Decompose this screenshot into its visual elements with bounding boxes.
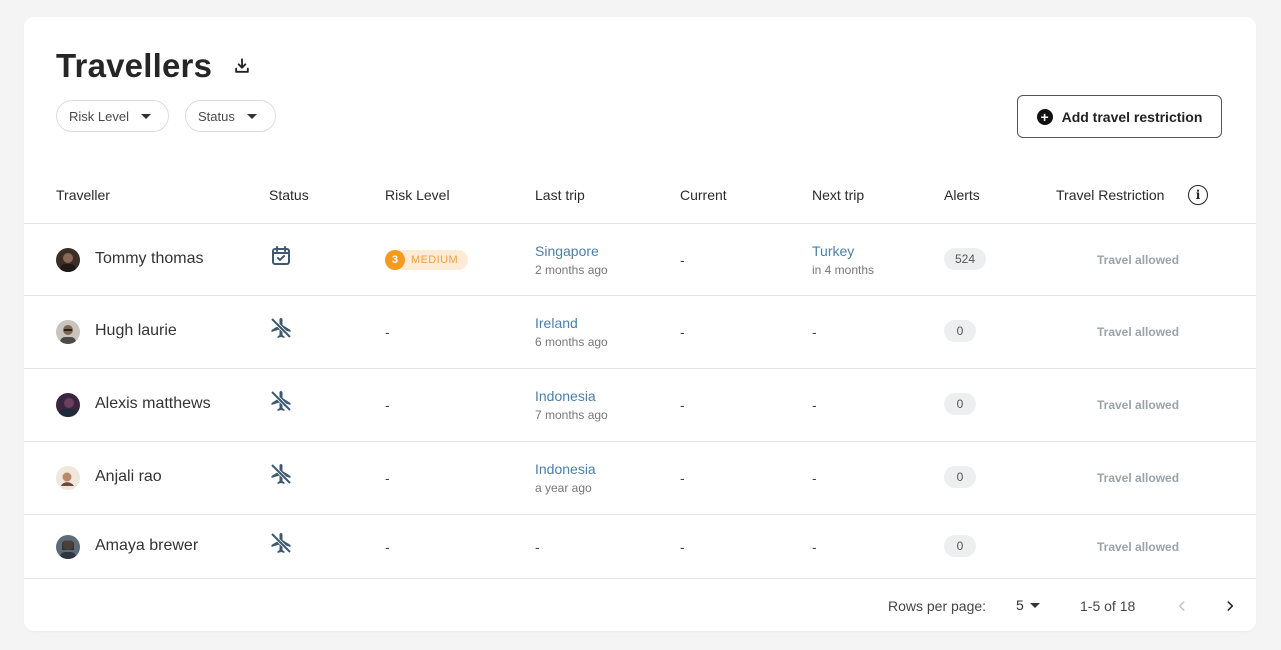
column-header-current[interactable]: Current (680, 187, 727, 203)
rows-per-page-label: Rows per page: (888, 598, 987, 614)
column-header-traveller[interactable]: Traveller (56, 187, 110, 203)
next-trip: - (812, 324, 817, 340)
current-trip: - (680, 252, 685, 268)
table-row[interactable]: Tommy thomas 3 MEDIUM Singapore 2 months… (24, 224, 1256, 296)
last-trip-place[interactable]: Indonesia (535, 461, 596, 477)
risk-level: - (385, 324, 390, 340)
last-trip-place[interactable]: Indonesia (535, 388, 596, 404)
last-trip-time: 7 months ago (535, 408, 608, 422)
alerts-count: 0 (944, 466, 976, 488)
chevron-down-icon (140, 113, 151, 119)
avatar (56, 393, 80, 417)
flight-off-icon (270, 317, 292, 339)
download-icon[interactable] (232, 56, 252, 76)
flight-off-icon (270, 390, 292, 412)
avatar (56, 248, 80, 272)
chevron-down-icon (246, 113, 257, 119)
rows-per-page-select[interactable]: 5 (1016, 597, 1040, 613)
last-trip-time: a year ago (535, 481, 592, 495)
page-title: Travellers (56, 47, 213, 84)
column-header-next-trip[interactable]: Next trip (812, 187, 864, 203)
travel-restriction-status: Travel allowed (1097, 398, 1180, 412)
risk-score: 3 (385, 250, 405, 270)
chevron-down-icon (1029, 602, 1040, 608)
risk-badge: 3 MEDIUM (385, 250, 469, 270)
risk-level-filter[interactable]: Risk Level (56, 100, 169, 132)
last-trip-place[interactable]: Singapore (535, 243, 599, 259)
info-icon[interactable]: i (1188, 185, 1208, 205)
avatar (56, 320, 80, 344)
travel-restriction-status: Travel allowed (1097, 253, 1180, 267)
travel-restriction-status: Travel allowed (1097, 540, 1180, 554)
current-trip: - (680, 539, 685, 555)
current-trip: - (680, 324, 685, 340)
last-trip-time: 6 months ago (535, 335, 608, 349)
alerts-count: 0 (944, 393, 976, 415)
table-row[interactable]: Alexis matthews - Indonesia 7 months ago… (24, 369, 1256, 441)
pagination-range: 1-5 of 18 (1080, 598, 1136, 614)
previous-page-button[interactable] (1171, 595, 1193, 617)
next-trip: - (812, 470, 817, 486)
add-circle-icon: + (1036, 108, 1053, 125)
column-header-last-trip[interactable]: Last trip (535, 187, 585, 203)
chevron-left-icon (1178, 601, 1185, 611)
add-travel-restriction-label: Add travel restriction (1061, 108, 1203, 125)
last-trip-place[interactable]: Ireland (535, 315, 578, 331)
alerts-count: 0 (944, 320, 976, 342)
column-header-alerts[interactable]: Alerts (944, 187, 980, 203)
status-filter-label: Status (198, 108, 235, 124)
traveller-name: Amaya brewer (95, 537, 199, 554)
travel-restriction-status: Travel allowed (1097, 471, 1180, 485)
traveller-name: Anjali rao (95, 468, 162, 485)
risk-level: - (385, 470, 390, 486)
risk-level: - (385, 397, 390, 413)
divider (24, 578, 1256, 579)
last-trip-time: 2 months ago (535, 263, 608, 277)
next-trip-time: in 4 months (812, 263, 875, 277)
chevron-right-icon (1227, 601, 1234, 611)
calendar-check-icon (272, 246, 290, 265)
rows-per-page-value: 5 (1016, 597, 1024, 613)
alerts-count: 0 (944, 535, 976, 557)
current-trip: - (680, 397, 685, 413)
next-trip-place[interactable]: Turkey (812, 243, 854, 259)
table-row[interactable]: Amaya brewer - - - - 0 Travel allowed (24, 515, 1256, 578)
add-travel-restriction-button[interactable]: + Add travel restriction (1017, 95, 1222, 138)
last-trip: - (535, 539, 540, 555)
flight-off-icon (270, 463, 292, 485)
current-trip: - (680, 470, 685, 486)
column-header-travel-restriction[interactable]: Travel Restriction (1056, 187, 1164, 203)
risk-level: - (385, 539, 390, 555)
travel-restriction-status: Travel allowed (1097, 325, 1180, 339)
traveller-name: Tommy thomas (95, 250, 204, 267)
column-header-status[interactable]: Status (269, 187, 309, 203)
avatar (56, 466, 80, 490)
risk-level-label: MEDIUM (411, 254, 459, 266)
next-trip: - (812, 539, 817, 555)
column-header-risk-level[interactable]: Risk Level (385, 187, 450, 203)
traveller-name: Alexis matthews (95, 395, 211, 412)
flight-off-icon (270, 532, 292, 554)
table-row[interactable]: Hugh laurie - Ireland 6 months ago - - 0… (24, 296, 1256, 368)
risk-level-filter-label: Risk Level (69, 108, 129, 124)
status-filter[interactable]: Status (185, 100, 276, 132)
travellers-card: Travellers Risk Level Status + Add trave… (24, 17, 1256, 631)
avatar (56, 535, 80, 559)
table-row[interactable]: Anjali rao - Indonesia a year ago - - 0 … (24, 442, 1256, 514)
traveller-name: Hugh laurie (95, 322, 177, 339)
next-trip: - (812, 397, 817, 413)
alerts-count: 524 (944, 248, 987, 270)
next-page-button[interactable] (1219, 595, 1241, 617)
